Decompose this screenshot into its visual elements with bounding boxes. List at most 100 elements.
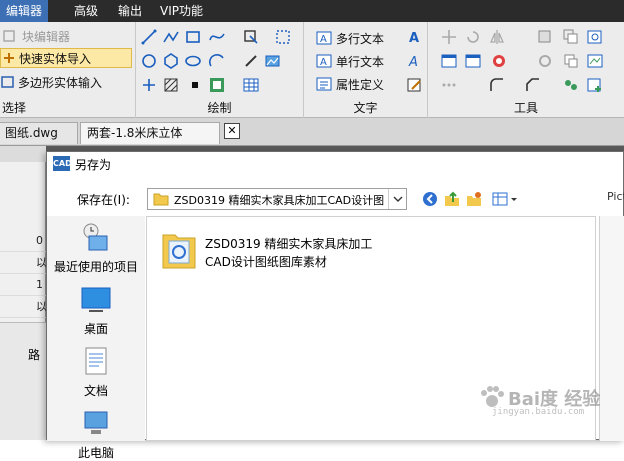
polygon-entity-input-button[interactable]: 多边形实体输入: [0, 72, 102, 92]
back-button[interactable]: [421, 190, 439, 208]
text-pen-icon[interactable]: [406, 76, 424, 94]
circle-icon[interactable]: [140, 52, 158, 70]
tab-bed-3d[interactable]: 两套-1.8米床立体图.dwg: [80, 122, 220, 161]
spline-icon[interactable]: [208, 28, 226, 46]
ribbon: 块编辑器 快速实体导入 多边形实体输入 选择 绘制 A 多行文本 A 单行文本 …: [0, 22, 624, 118]
select-panel-title: 选择: [2, 101, 27, 115]
dot-icon[interactable]: [186, 76, 204, 94]
paint-icon[interactable]: [490, 52, 508, 70]
tab-close-button[interactable]: ✕: [224, 123, 240, 139]
baidu-watermark: Bai度 经验 jingyan.baidu.com: [478, 383, 618, 419]
group-icon[interactable]: [562, 76, 580, 94]
polygon-icon: [0, 74, 16, 90]
document-tab-bar: 图纸.dwg 两套-1.8米床立体图.dwg ✕: [0, 118, 624, 161]
menu-editor[interactable]: 编辑器: [0, 0, 49, 22]
pen-icon[interactable]: [242, 52, 260, 70]
attribute-def-label: 属性定义: [336, 77, 385, 92]
watermark-url: jingyan.baidu.com: [492, 407, 585, 417]
select-panel: 块编辑器 快速实体导入 多边形实体输入 选择: [0, 22, 136, 118]
chevron-down-icon[interactable]: [388, 189, 406, 209]
mtext-button[interactable]: A 多行文本: [316, 28, 384, 48]
place-documents-label: 文档: [83, 384, 108, 398]
text-edit-icon[interactable]: A: [406, 52, 424, 70]
polyline-icon[interactable]: [162, 28, 180, 46]
quick-entity-import-button[interactable]: 快速实体导入: [0, 48, 132, 68]
image-frame-icon[interactable]: [586, 52, 604, 70]
properties-list: 0 以 1 以 路: [0, 146, 47, 440]
settings-icon[interactable]: [536, 52, 554, 70]
block-editor-icon: [2, 28, 18, 44]
folder-icon: [161, 229, 197, 274]
rectangle-icon[interactable]: [184, 28, 202, 46]
ellipse-icon[interactable]: [184, 52, 202, 70]
file-name: ZSD0319 精细实木家具床加工 CAD设计图纸图库素材: [205, 235, 405, 271]
property-row: 0: [0, 230, 46, 252]
save-in-value: ZSD0319 精细实木家具床加工CAD设计图: [174, 194, 385, 207]
single-text-label: 单行文本: [336, 54, 385, 69]
block-editor-button[interactable]: 块编辑器: [2, 26, 70, 46]
place-documents[interactable]: 文档: [47, 346, 145, 399]
mtext-label: 多行文本: [336, 31, 385, 46]
path-label: 路: [28, 348, 41, 362]
menu-advanced[interactable]: 高级: [68, 0, 104, 22]
fillet-icon[interactable]: [488, 76, 506, 94]
documents-icon: [79, 346, 113, 378]
save-in-dropdown[interactable]: ZSD0319 精细实木家具床加工CAD设计图: [147, 188, 407, 210]
svg-text:A: A: [408, 55, 418, 70]
copy-icon[interactable]: [562, 28, 580, 46]
dialog-titlebar: CAD 另存为: [47, 152, 623, 176]
view-menu-button[interactable]: [491, 190, 519, 208]
insert-block-icon[interactable]: [208, 76, 226, 94]
hatch-icon[interactable]: [162, 76, 180, 94]
dots-icon[interactable]: [440, 76, 458, 94]
arc-icon[interactable]: [208, 52, 226, 70]
place-this-pc[interactable]: 此电脑: [47, 408, 145, 461]
tools-panel-title: 工具: [513, 101, 538, 115]
mtext-icon: A: [316, 30, 332, 46]
desktop-icon: [79, 284, 113, 316]
file-name-line: CAD设计图纸图库素材: [205, 255, 327, 269]
polygon-shape-icon[interactable]: [162, 52, 180, 70]
place-recent[interactable]: 最近使用的项目: [47, 222, 145, 275]
new-folder-button[interactable]: [465, 190, 483, 208]
hatch-edit-icon[interactable]: [242, 28, 260, 46]
place-desktop-label: 桌面: [83, 322, 108, 336]
text-style-icon[interactable]: A: [406, 28, 424, 46]
computer-icon: [79, 408, 113, 440]
svg-text:A: A: [409, 31, 419, 46]
region-icon[interactable]: [274, 28, 292, 46]
layer-icon[interactable]: [536, 28, 554, 46]
property-row: 以: [0, 252, 47, 274]
refresh-icon[interactable]: [586, 28, 604, 46]
quick-entity-import-label: 快速实体导入: [19, 51, 92, 66]
image-icon[interactable]: [264, 52, 282, 70]
attribute-icon: [316, 76, 332, 92]
place-desktop[interactable]: 桌面: [47, 284, 145, 337]
block-editor-label: 块编辑器: [22, 29, 71, 44]
preview-label: Pict: [607, 190, 624, 203]
single-text-button[interactable]: A 单行文本: [316, 51, 384, 71]
table-icon[interactable]: [242, 76, 260, 94]
single-text-icon: A: [316, 53, 332, 69]
tab-drawing[interactable]: 图纸.dwg: [0, 122, 78, 144]
line-icon[interactable]: [140, 28, 158, 46]
up-folder-button[interactable]: [443, 190, 461, 208]
mirror-icon[interactable]: [488, 28, 506, 46]
menu-vip[interactable]: VIP功能: [154, 0, 209, 22]
rotate-icon[interactable]: [464, 28, 482, 46]
draw-panel: 绘制: [136, 22, 304, 118]
svg-text:A: A: [320, 57, 327, 68]
window2-icon[interactable]: [464, 52, 482, 70]
menu-output[interactable]: 输出: [112, 0, 148, 22]
paw-logo-icon: [481, 386, 504, 407]
point-icon[interactable]: [140, 76, 158, 94]
save-in-label: 保存在(I):: [77, 193, 130, 207]
list-item[interactable]: ZSD0319 精细实木家具床加工 CAD设计图纸图库素材: [159, 229, 399, 279]
window-icon[interactable]: [440, 52, 458, 70]
attribute-def-button[interactable]: 属性定义: [316, 74, 384, 94]
chamfer-icon[interactable]: [524, 76, 542, 94]
add-icon[interactable]: [586, 76, 604, 94]
import-icon: [1, 50, 17, 66]
move-icon[interactable]: [440, 28, 458, 46]
duplicate-icon[interactable]: [562, 52, 580, 70]
